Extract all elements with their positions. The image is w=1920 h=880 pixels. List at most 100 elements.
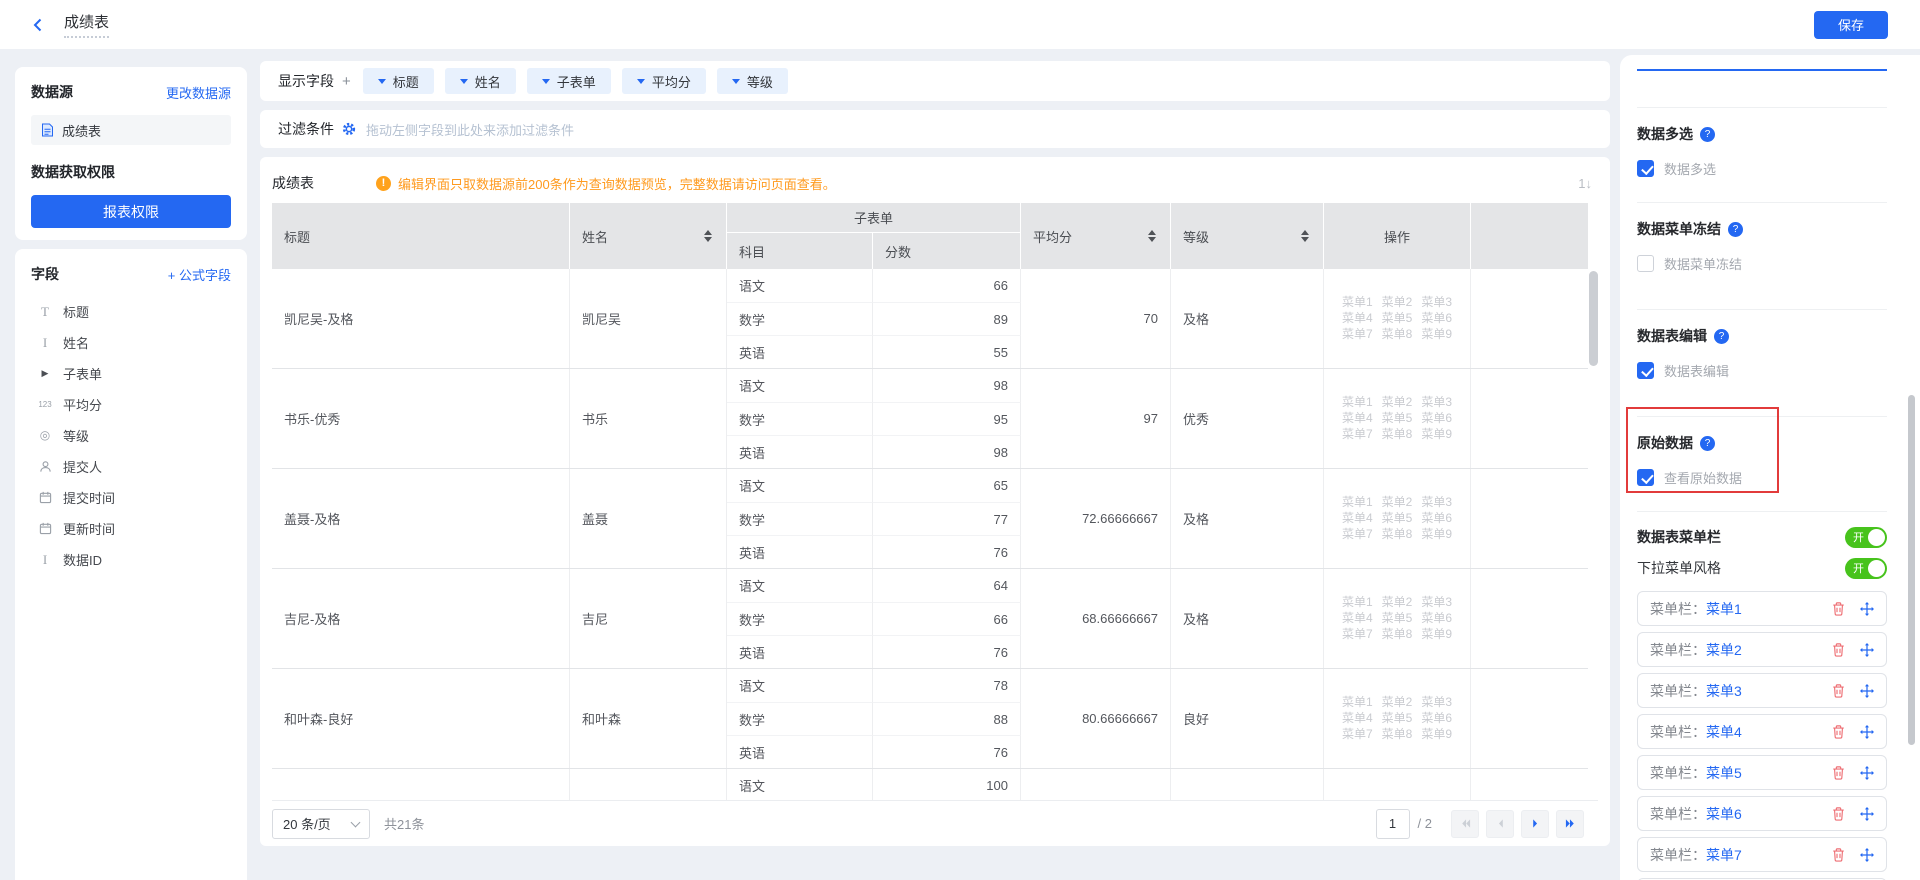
filter-bar[interactable]: 过滤条件 拖动左侧字段到此处来添加过滤条件 (260, 110, 1610, 148)
action-menu-link-菜单7[interactable]: 菜单7 (1342, 728, 1373, 741)
report-permission-button[interactable]: 报表权限 (31, 195, 231, 228)
sort-icon[interactable] (1146, 226, 1158, 246)
field-item-子表单[interactable]: ▶子表单 (31, 358, 231, 389)
action-menu-link-菜单4[interactable]: 菜单4 (1342, 512, 1373, 525)
datasource-item[interactable]: 成绩表 (31, 115, 231, 145)
menubar-item-link[interactable]: 菜单3 (1706, 681, 1742, 701)
action-menu-link-菜单8[interactable]: 菜单8 (1382, 528, 1413, 541)
action-menu-link-菜单9[interactable]: 菜单9 (1421, 328, 1452, 341)
action-menu-link-菜单3[interactable]: 菜单3 (1421, 696, 1452, 709)
display-field-tag-子表单[interactable]: 子表单 (527, 68, 611, 94)
move-icon[interactable] (1860, 807, 1874, 821)
action-menu-link-菜单4[interactable]: 菜单4 (1342, 712, 1373, 725)
action-menu-link-菜单5[interactable]: 菜单5 (1382, 612, 1413, 625)
menubar-toggle-on[interactable]: 开 (1845, 527, 1887, 548)
trash-icon[interactable] (1832, 602, 1845, 616)
action-menu-link-菜单5[interactable]: 菜单5 (1382, 512, 1413, 525)
field-item-提交时间[interactable]: 提交时间 (31, 482, 231, 513)
page-size-select[interactable]: 20 条/页 (272, 809, 370, 839)
action-menu-link-菜单2[interactable]: 菜单2 (1382, 396, 1413, 409)
action-menu-link-菜单8[interactable]: 菜单8 (1382, 428, 1413, 441)
trash-icon[interactable] (1832, 766, 1845, 780)
page-number-input[interactable] (1376, 809, 1410, 839)
action-menu-link-菜单2[interactable]: 菜单2 (1382, 496, 1413, 509)
action-menu-link-菜单7[interactable]: 菜单7 (1342, 628, 1373, 641)
action-menu-link-菜单2[interactable]: 菜单2 (1382, 696, 1413, 709)
action-menu-link-菜单6[interactable]: 菜单6 (1421, 512, 1452, 525)
action-menu-link-菜单9[interactable]: 菜单9 (1421, 528, 1452, 541)
help-icon[interactable]: ? (1700, 436, 1715, 451)
menubar-item-link[interactable]: 菜单6 (1706, 804, 1742, 824)
display-field-tag-姓名[interactable]: 姓名 (445, 68, 516, 94)
page-scrollbar[interactable] (1908, 395, 1915, 745)
action-menu-link-菜单8[interactable]: 菜单8 (1382, 328, 1413, 341)
action-menu-link-菜单7[interactable]: 菜单7 (1342, 528, 1373, 541)
field-item-等级[interactable]: ◎等级 (31, 420, 231, 451)
move-icon[interactable] (1860, 684, 1874, 698)
action-menu-link-菜单6[interactable]: 菜单6 (1421, 312, 1452, 325)
action-menu-link-菜单9[interactable]: 菜单9 (1421, 628, 1452, 641)
dropdown-style-toggle-on[interactable]: 开 (1845, 558, 1887, 579)
action-menu-link-菜单7[interactable]: 菜单7 (1342, 428, 1373, 441)
action-menu-link-菜单5[interactable]: 菜单5 (1382, 312, 1413, 325)
field-item-数据ID[interactable]: I数据ID (31, 544, 231, 575)
table-scrollbar[interactable] (1589, 271, 1598, 366)
move-icon[interactable] (1860, 643, 1874, 657)
menu-freeze-checkbox-row[interactable]: 数据菜单冻结 (1637, 254, 1887, 273)
menubar-item-link[interactable]: 菜单1 (1706, 599, 1742, 619)
help-icon[interactable]: ? (1700, 127, 1715, 142)
action-menu-link-菜单1[interactable]: 菜单1 (1342, 496, 1373, 509)
trash-icon[interactable] (1832, 725, 1845, 739)
action-menu-link-菜单5[interactable]: 菜单5 (1382, 712, 1413, 725)
help-icon[interactable]: ? (1728, 222, 1743, 237)
field-item-标题[interactable]: T标题 (31, 296, 231, 327)
action-menu-link-菜单3[interactable]: 菜单3 (1421, 496, 1452, 509)
action-menu-link-菜单8[interactable]: 菜单8 (1382, 628, 1413, 641)
action-menu-link-菜单9[interactable]: 菜单9 (1421, 728, 1452, 741)
prev-page-button[interactable] (1486, 810, 1514, 838)
back-button[interactable] (24, 11, 52, 39)
sort-icon[interactable] (1299, 226, 1311, 246)
trash-icon[interactable] (1832, 684, 1845, 698)
display-field-tag-平均分[interactable]: 平均分 (622, 68, 706, 94)
action-menu-link-菜单4[interactable]: 菜单4 (1342, 312, 1373, 325)
next-page-button[interactable] (1521, 810, 1549, 838)
raw-data-checkbox-row[interactable]: 查看原始数据 (1637, 468, 1887, 487)
row-sort-icon[interactable]: 1↓ (1578, 176, 1598, 191)
action-menu-link-菜单7[interactable]: 菜单7 (1342, 328, 1373, 341)
trash-icon[interactable] (1832, 807, 1845, 821)
multi-select-checkbox-row[interactable]: 数据多选 (1637, 159, 1887, 178)
action-menu-link-菜单5[interactable]: 菜单5 (1382, 412, 1413, 425)
action-menu-link-菜单6[interactable]: 菜单6 (1421, 612, 1452, 625)
trash-icon[interactable] (1832, 643, 1845, 657)
move-icon[interactable] (1860, 725, 1874, 739)
change-datasource-link[interactable]: 更改数据源 (166, 83, 231, 102)
add-display-field-button[interactable]: + (342, 73, 351, 90)
checkbox[interactable] (1637, 255, 1654, 272)
checkbox[interactable] (1637, 160, 1654, 177)
move-icon[interactable] (1860, 602, 1874, 616)
action-menu-link-菜单4[interactable]: 菜单4 (1342, 612, 1373, 625)
checkbox[interactable] (1637, 362, 1654, 379)
field-item-姓名[interactable]: I姓名 (31, 327, 231, 358)
menubar-item-link[interactable]: 菜单4 (1706, 722, 1742, 742)
save-button[interactable]: 保存 (1814, 11, 1888, 39)
checkbox[interactable] (1637, 469, 1654, 486)
action-menu-link-菜单1[interactable]: 菜单1 (1342, 396, 1373, 409)
action-menu-link-菜单2[interactable]: 菜单2 (1382, 596, 1413, 609)
table-edit-checkbox-row[interactable]: 数据表编辑 (1637, 361, 1887, 380)
menubar-item-link[interactable]: 菜单5 (1706, 763, 1742, 783)
sort-icon[interactable] (702, 226, 714, 246)
action-menu-link-菜单2[interactable]: 菜单2 (1382, 296, 1413, 309)
help-icon[interactable]: ? (1714, 329, 1729, 344)
menubar-item-link[interactable]: 菜单2 (1706, 640, 1742, 660)
move-icon[interactable] (1860, 766, 1874, 780)
move-icon[interactable] (1860, 848, 1874, 862)
action-menu-link-菜单6[interactable]: 菜单6 (1421, 412, 1452, 425)
field-item-更新时间[interactable]: 更新时间 (31, 513, 231, 544)
action-menu-link-菜单3[interactable]: 菜单3 (1421, 396, 1452, 409)
field-item-平均分[interactable]: 123平均分 (31, 389, 231, 420)
action-menu-link-菜单1[interactable]: 菜单1 (1342, 296, 1373, 309)
action-menu-link-菜单1[interactable]: 菜单1 (1342, 596, 1373, 609)
first-page-button[interactable] (1451, 810, 1479, 838)
